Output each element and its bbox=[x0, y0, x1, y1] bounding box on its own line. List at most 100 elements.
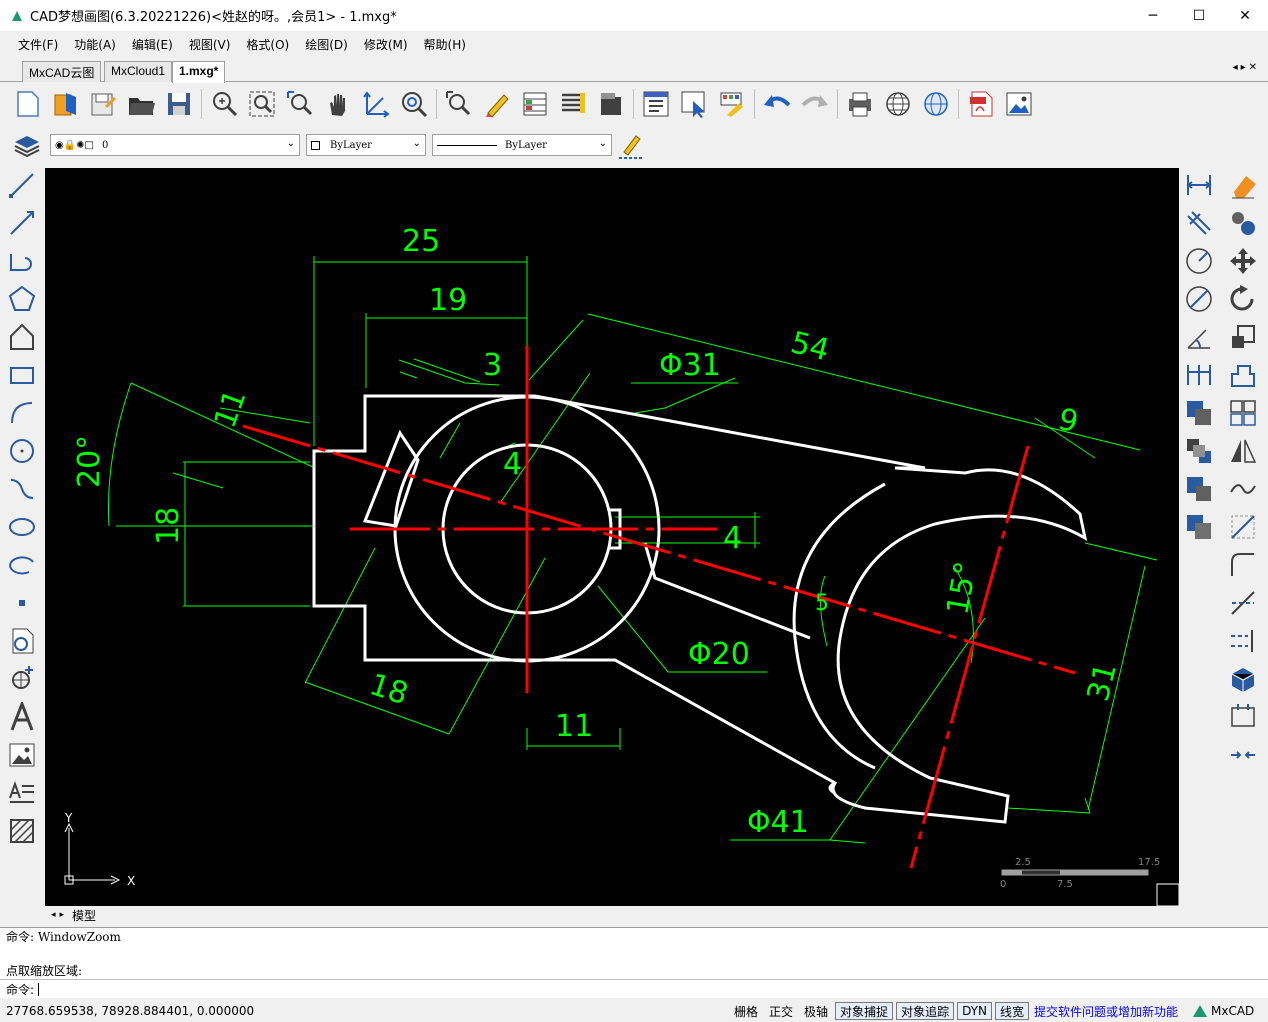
arc-icon[interactable] bbox=[4, 396, 40, 430]
ortho-toggle[interactable]: 正交 bbox=[765, 1002, 797, 1020]
ray-icon[interactable] bbox=[4, 206, 40, 240]
zoom-window-icon[interactable] bbox=[207, 87, 241, 121]
tab-scroll-arrows[interactable]: ◂▸ bbox=[51, 910, 68, 920]
minimize-button[interactable]: ─ bbox=[1130, 0, 1176, 31]
dyn-toggle[interactable]: DYN bbox=[957, 1002, 992, 1020]
explode-icon[interactable] bbox=[1226, 396, 1260, 430]
radius-dimension-icon[interactable] bbox=[1182, 244, 1216, 278]
join-icon[interactable] bbox=[1226, 738, 1260, 772]
text-icon[interactable] bbox=[4, 700, 40, 734]
multiline-text-icon[interactable] bbox=[4, 776, 40, 810]
offset-icon[interactable] bbox=[1182, 510, 1216, 544]
insert-image-icon[interactable] bbox=[1002, 87, 1036, 121]
match-properties-icon[interactable] bbox=[715, 87, 749, 121]
pencil-icon[interactable] bbox=[480, 87, 514, 121]
text-style-icon[interactable] bbox=[639, 87, 673, 121]
break-icon[interactable] bbox=[1226, 700, 1260, 734]
point-icon[interactable] bbox=[4, 586, 40, 620]
web-globe-icon[interactable] bbox=[919, 87, 953, 121]
spline-edit-icon[interactable] bbox=[1226, 472, 1260, 506]
maximize-button[interactable]: ☐ bbox=[1176, 0, 1222, 31]
tab-mxcloud1[interactable]: MxCloud1 bbox=[104, 61, 173, 82]
eraser-icon[interactable] bbox=[1226, 168, 1260, 202]
menu-draw[interactable]: 绘图(D) bbox=[297, 36, 356, 53]
select-arrow-icon[interactable] bbox=[677, 87, 711, 121]
trim-icon[interactable] bbox=[1226, 586, 1260, 620]
rotate-icon[interactable] bbox=[1226, 282, 1260, 316]
rectangle-icon[interactable] bbox=[4, 358, 40, 392]
stretch-icon[interactable] bbox=[1226, 358, 1260, 392]
ucs-axis-icon[interactable] bbox=[359, 87, 393, 121]
extend-icon[interactable] bbox=[1226, 624, 1260, 658]
solid-3d-icon[interactable] bbox=[1226, 662, 1260, 696]
insert-block-icon[interactable] bbox=[4, 624, 40, 658]
circle-icon[interactable] bbox=[4, 434, 40, 468]
linear-dimension-icon[interactable] bbox=[1182, 168, 1216, 202]
zoom-extents-icon[interactable] bbox=[245, 87, 279, 121]
object-track-toggle[interactable]: 对象追踪 bbox=[896, 1002, 955, 1020]
aligned-dimension-icon[interactable] bbox=[1182, 206, 1216, 240]
menu-file[interactable]: 文件(F) bbox=[10, 36, 66, 53]
block-icon[interactable] bbox=[594, 87, 628, 121]
properties-list-icon[interactable] bbox=[556, 87, 590, 121]
zoom-previous-icon[interactable] bbox=[442, 87, 476, 121]
ellipse-arc-icon[interactable] bbox=[4, 548, 40, 582]
raster-image-icon[interactable] bbox=[4, 738, 40, 772]
zoom-scale-icon[interactable] bbox=[283, 87, 317, 121]
color-dropdown[interactable]: ByLayer ⌄ bbox=[306, 134, 426, 156]
polygon-icon[interactable] bbox=[4, 282, 40, 316]
zoom-realtime-icon[interactable] bbox=[397, 87, 431, 121]
copy-object-icon[interactable] bbox=[1226, 206, 1260, 240]
layer-manager-icon[interactable] bbox=[518, 87, 552, 121]
menu-format[interactable]: 格式(O) bbox=[238, 36, 297, 53]
diameter-dimension-icon[interactable] bbox=[1182, 282, 1216, 316]
linetype-pencil-icon[interactable] bbox=[614, 128, 648, 162]
menu-function[interactable]: 功能(A) bbox=[66, 36, 124, 53]
drawing-canvas[interactable]: X Y 2.5 17.5 0 7.5 25 19 3 Φ31 54 9 11 4… bbox=[45, 168, 1180, 907]
object-snap-toggle[interactable]: 对象捕捉 bbox=[835, 1002, 894, 1020]
menu-edit[interactable]: 编辑(E) bbox=[124, 36, 181, 53]
tab-current-drawing[interactable]: 1.mxg* bbox=[172, 61, 226, 83]
layer-stack-icon[interactable] bbox=[10, 128, 44, 162]
copy-icon[interactable] bbox=[1182, 396, 1216, 430]
chamfer-icon[interactable] bbox=[1226, 510, 1260, 544]
save-as-icon[interactable] bbox=[86, 87, 120, 121]
globe-icon[interactable] bbox=[881, 87, 915, 121]
menu-modify[interactable]: 修改(M) bbox=[356, 36, 416, 53]
new-file-icon[interactable] bbox=[10, 87, 44, 121]
close-button[interactable]: ✕ bbox=[1222, 0, 1268, 31]
angular-dimension-icon[interactable] bbox=[1182, 320, 1216, 354]
scale-icon[interactable] bbox=[1226, 320, 1260, 354]
save-icon[interactable] bbox=[162, 87, 196, 121]
linetype-dropdown[interactable]: ByLayer ⌄ bbox=[432, 134, 612, 156]
polar-toggle[interactable]: 极轴 bbox=[800, 1002, 832, 1020]
grid-toggle[interactable]: 栅格 bbox=[730, 1002, 762, 1020]
array-icon[interactable] bbox=[1182, 472, 1216, 506]
feedback-link[interactable]: 提交软件问题或增加新功能 bbox=[1034, 1003, 1178, 1020]
undo-icon[interactable] bbox=[760, 87, 794, 121]
export-pdf-icon[interactable] bbox=[964, 87, 998, 121]
pan-hand-icon[interactable] bbox=[321, 87, 355, 121]
open-template-icon[interactable] bbox=[48, 87, 82, 121]
menu-view[interactable]: 视图(V) bbox=[181, 36, 239, 53]
command-input[interactable]: 命令: bbox=[0, 979, 1268, 998]
spline-icon[interactable] bbox=[4, 472, 40, 506]
layer-dropdown[interactable]: ◉🔒✺□ 0 ⌄ bbox=[50, 134, 300, 156]
mirror-icon[interactable] bbox=[1226, 434, 1260, 468]
fillet-icon[interactable] bbox=[1226, 548, 1260, 582]
tab-mxcad-cloud[interactable]: MxCAD云图 bbox=[22, 61, 102, 82]
continue-dimension-icon[interactable] bbox=[1182, 358, 1216, 392]
copy-multiple-icon[interactable] bbox=[1182, 434, 1216, 468]
line-icon[interactable] bbox=[4, 168, 40, 202]
pentagon-icon[interactable] bbox=[4, 320, 40, 354]
make-block-icon[interactable] bbox=[4, 662, 40, 696]
polyline-icon[interactable] bbox=[4, 244, 40, 278]
menu-help[interactable]: 帮助(H) bbox=[416, 36, 474, 53]
tab-model[interactable]: 模型 bbox=[72, 907, 96, 924]
redo-icon[interactable] bbox=[798, 87, 832, 121]
hatch-icon[interactable] bbox=[4, 814, 40, 848]
tab-nav-controls[interactable]: ◂▸✕ bbox=[1233, 62, 1260, 73]
lineweight-toggle[interactable]: 线宽 bbox=[994, 1002, 1029, 1020]
move-icon[interactable] bbox=[1226, 244, 1260, 278]
open-folder-icon[interactable] bbox=[124, 87, 158, 121]
